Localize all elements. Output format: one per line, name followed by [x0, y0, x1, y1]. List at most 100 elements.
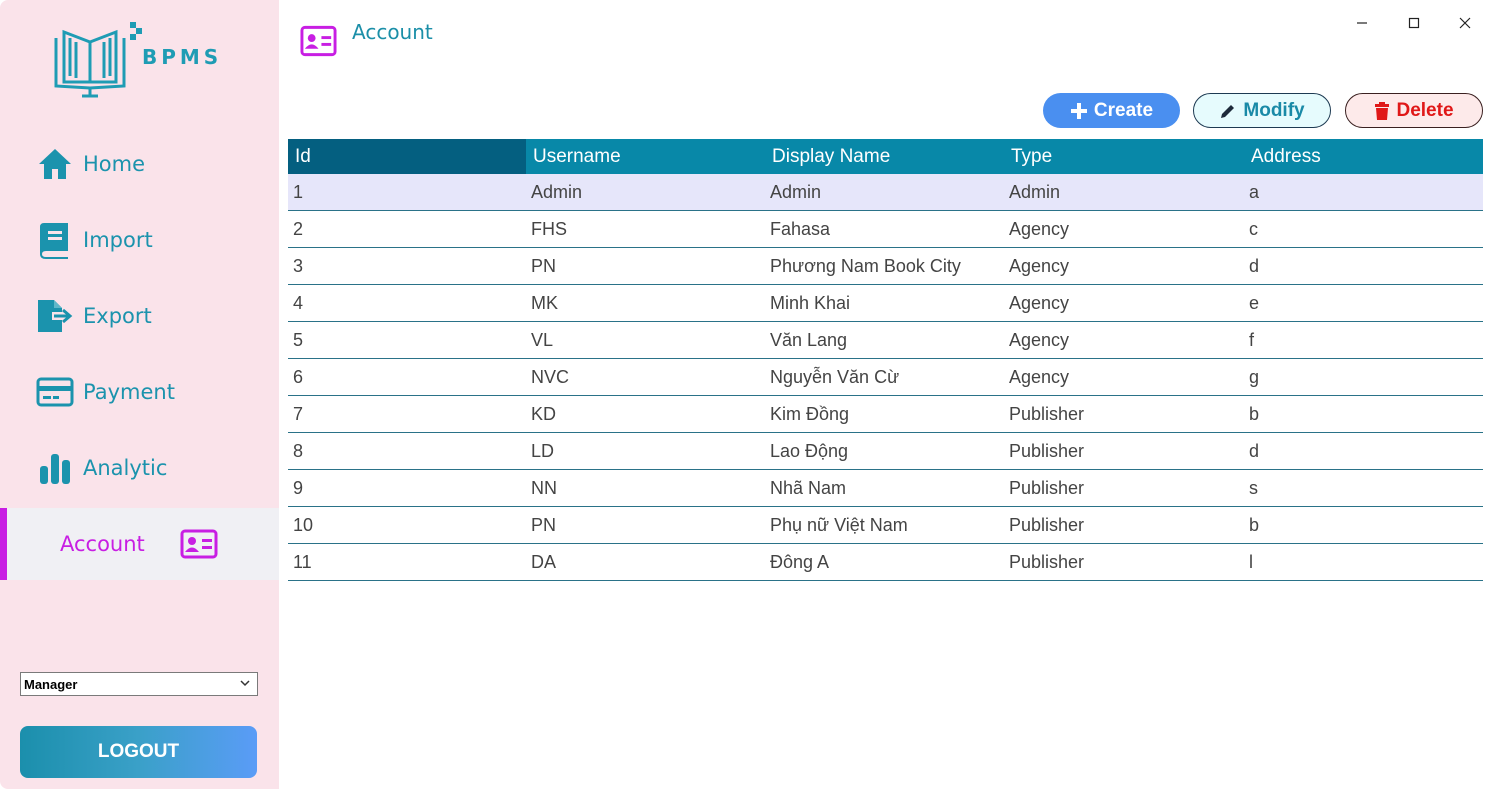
cell-type: Agency [1009, 329, 1070, 350]
page-title: Account [352, 20, 433, 44]
home-icon [36, 145, 74, 183]
cell-username: VL [531, 329, 554, 350]
column-header-type[interactable]: Type [1004, 139, 1244, 174]
sidebar-item-export[interactable]: Export [0, 280, 279, 352]
cell-address: d [1249, 255, 1260, 276]
table-row[interactable]: 9 NN Nhã Nam Publisher s [288, 470, 1483, 507]
create-label: Create [1093, 99, 1154, 121]
cell-display-name: Admin [770, 181, 822, 202]
sidebar-item-import[interactable]: Import [0, 204, 279, 276]
maximize-button[interactable] [1401, 10, 1427, 36]
cell-type: Publisher [1009, 440, 1085, 461]
cell-type: Publisher [1009, 403, 1085, 424]
cell-type: Agency [1009, 366, 1070, 387]
cell-type: Admin [1009, 181, 1061, 202]
cell-display-name: Lao Động [770, 440, 849, 461]
minimize-button[interactable] [1349, 10, 1375, 36]
app-window: BPMS Home Import Export Payment Analytic… [0, 0, 1491, 789]
cell-id: 10 [293, 514, 314, 535]
credit-card-icon [36, 373, 74, 411]
create-button[interactable]: Create [1043, 93, 1180, 128]
cell-id: 11 [293, 551, 312, 572]
trash-icon [1374, 101, 1390, 120]
plus-icon [1070, 102, 1088, 120]
column-header-address[interactable]: Address [1244, 139, 1483, 174]
table-row[interactable]: 11 DA Đông A Publisher l [288, 544, 1483, 581]
table-row[interactable]: 6 NVC Nguyễn Văn Cừ Agency g [288, 359, 1483, 396]
table-header: Id Username Display Name Type Address [288, 139, 1483, 174]
sidebar-item-payment[interactable]: Payment [0, 356, 279, 428]
table-row[interactable]: 7 KD Kim Đồng Publisher b [288, 396, 1483, 433]
sidebar-item-label: Export [83, 304, 152, 328]
cell-display-name: Minh Khai [770, 292, 851, 313]
cell-username: PN [531, 255, 557, 276]
table-body: 1 Admin Admin Admin a 2 FHS Fahasa Agency c 3 PN Phư… [288, 174, 1483, 581]
delete-label: Delete [1396, 99, 1454, 121]
accounts-table: Id Username Display Name Type Address 1 A… [288, 139, 1483, 581]
cell-username: MK [531, 292, 558, 313]
cell-username: KD [531, 403, 557, 424]
table-row[interactable]: 1 Admin Admin Admin a [288, 174, 1483, 211]
pencil-icon [1219, 102, 1237, 120]
cell-address: g [1249, 366, 1260, 387]
logo-text: BPMS [142, 45, 223, 69]
close-icon [1459, 17, 1471, 29]
modify-button[interactable]: Modify [1193, 93, 1331, 128]
cell-address: f [1249, 329, 1255, 350]
sidebar: BPMS Home Import Export Payment Analytic… [0, 0, 279, 789]
cell-display-name: Văn Lang [770, 329, 848, 350]
cell-id: 5 [293, 329, 304, 350]
sidebar-item-analytic[interactable]: Analytic [0, 432, 279, 504]
table-row[interactable]: 10 PN Phụ nữ Việt Nam Publisher b [288, 507, 1483, 544]
cell-address: l [1249, 551, 1253, 572]
minimize-icon [1357, 22, 1367, 24]
cell-username: DA [531, 551, 557, 572]
cell-username: NVC [531, 366, 570, 387]
file-export-icon [36, 297, 74, 335]
active-indicator [0, 508, 7, 580]
table-row[interactable]: 8 LD Lao Động Publisher d [288, 433, 1483, 470]
column-header-username[interactable]: Username [526, 139, 765, 174]
close-button[interactable] [1452, 10, 1478, 36]
cell-address: s [1249, 477, 1258, 498]
cell-username: LD [531, 440, 555, 461]
id-card-icon [300, 25, 337, 57]
role-select[interactable]: Manager [20, 672, 258, 696]
table-row[interactable]: 3 PN Phương Nam Book City Agency d [288, 248, 1483, 285]
cell-id: 2 [293, 218, 304, 239]
cell-id: 7 [293, 403, 304, 424]
sidebar-item-label: Account [60, 532, 145, 556]
cell-id: 3 [293, 255, 304, 276]
cell-display-name: Kim Đồng [770, 403, 850, 424]
cell-type: Agency [1009, 292, 1070, 313]
table-row[interactable]: 5 VL Văn Lang Agency f [288, 322, 1483, 359]
logout-button[interactable]: LOGOUT [20, 726, 257, 778]
cell-address: d [1249, 440, 1260, 461]
cell-id: 4 [293, 292, 304, 313]
cell-username: NN [531, 477, 557, 498]
cell-type: Publisher [1009, 514, 1085, 535]
cell-id: 1 [293, 181, 304, 202]
modify-label: Modify [1243, 99, 1305, 121]
column-header-id[interactable]: Id [288, 139, 526, 174]
cell-display-name: Fahasa [770, 218, 831, 239]
table-row[interactable]: 4 MK Minh Khai Agency e [288, 285, 1483, 322]
table-row[interactable]: 2 FHS Fahasa Agency c [288, 211, 1483, 248]
cell-address: b [1249, 403, 1260, 424]
delete-button[interactable]: Delete [1345, 93, 1483, 128]
sidebar-item-account[interactable]: Account [0, 508, 279, 580]
cell-type: Agency [1009, 255, 1070, 276]
cell-display-name: Nguyễn Văn Cừ [770, 366, 900, 387]
role-select-value: Manager [24, 676, 78, 692]
app-logo: BPMS [46, 18, 236, 100]
maximize-icon [1408, 17, 1420, 29]
cell-address: b [1249, 514, 1260, 535]
column-header-display-name[interactable]: Display Name [765, 139, 1004, 174]
sidebar-item-home[interactable]: Home [0, 128, 279, 200]
cell-type: Publisher [1009, 551, 1085, 572]
cell-type: Publisher [1009, 477, 1085, 498]
cell-address: a [1249, 181, 1260, 202]
sidebar-item-label: Analytic [83, 456, 168, 480]
cell-id: 6 [293, 366, 304, 387]
cell-display-name: Đông A [770, 551, 830, 572]
